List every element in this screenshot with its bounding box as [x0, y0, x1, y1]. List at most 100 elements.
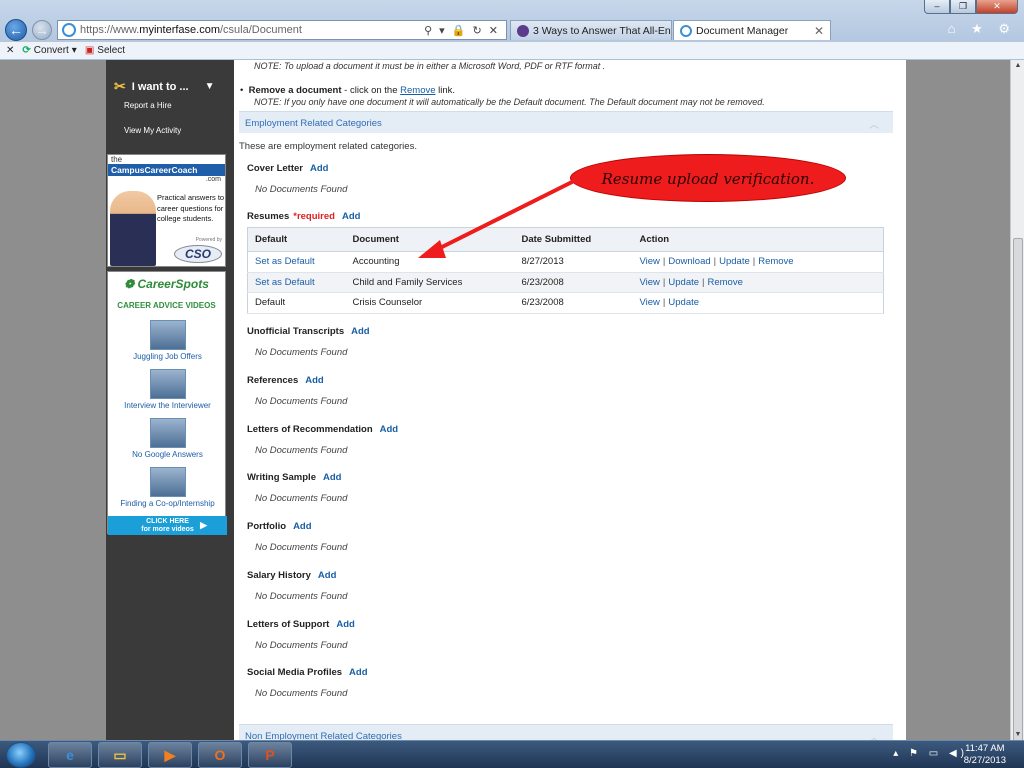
- outlook-taskbar-icon[interactable]: O: [198, 742, 242, 768]
- download-link[interactable]: Download: [668, 256, 710, 267]
- tab-document-manager[interactable]: Document Manager ✕: [673, 20, 831, 40]
- add-portfolio-button[interactable]: Add: [293, 521, 311, 532]
- section-title: Social Media Profiles: [247, 667, 343, 678]
- campus-career-coach-ad[interactable]: the CampusCareerCoach .com Practical ans…: [107, 154, 226, 267]
- add-letter-of-support-button[interactable]: Add: [336, 619, 354, 630]
- document-name: Child and Family Services: [345, 272, 515, 293]
- tab-3-ways[interactable]: 3 Ways to Answer That All-Enc...: [510, 20, 672, 40]
- scroll-down-icon[interactable]: ▼: [1011, 731, 1024, 738]
- video-thumbnail: [149, 320, 186, 350]
- add-resume-button[interactable]: Add: [342, 211, 360, 222]
- section-title: Writing Sample: [247, 472, 316, 483]
- table-row: Default Crisis Counselor 6/23/2008 View |…: [247, 292, 884, 314]
- view-link[interactable]: View: [640, 256, 660, 267]
- tab-close-icon[interactable]: ✕: [814, 24, 824, 38]
- set-as-default-link[interactable]: Set as Default: [255, 277, 315, 288]
- remove-link[interactable]: Remove: [708, 277, 743, 288]
- convert-button[interactable]: ⟳ Convert ▾: [22, 45, 76, 56]
- more-videos-button[interactable]: CLICK HERE for more videos ▶: [108, 516, 227, 535]
- section-title: Letters of Support: [247, 619, 330, 630]
- chevron-up-icon[interactable]: ︿: [869, 116, 879, 131]
- update-link[interactable]: Update: [719, 256, 750, 267]
- powerpoint-taskbar-icon[interactable]: P: [248, 742, 292, 768]
- default-label: Default: [247, 292, 346, 314]
- video-interview-the-interviewer[interactable]: Interview the Interviewer: [108, 369, 227, 410]
- view-link[interactable]: View: [640, 297, 660, 308]
- ie-page-icon: [62, 23, 76, 37]
- video-label: Interview the Interviewer: [124, 401, 211, 410]
- select-button[interactable]: ▣ Select: [85, 45, 125, 56]
- non-employment-categories-header[interactable]: Non Employment Related Categories ︿: [239, 724, 893, 740]
- internet-explorer-taskbar-icon[interactable]: e: [48, 742, 92, 768]
- update-link[interactable]: Update: [668, 277, 699, 288]
- add-salary-history-button[interactable]: Add: [318, 570, 336, 581]
- upload-note: NOTE: To upload a document it must be in…: [254, 61, 606, 71]
- add-writing-sample-button[interactable]: Add: [323, 472, 341, 483]
- remove-link[interactable]: Remove: [758, 256, 793, 267]
- media-player-taskbar-icon[interactable]: ▶: [148, 742, 192, 768]
- column-document: Document: [345, 227, 515, 252]
- no-documents-label: No Documents Found: [255, 184, 348, 195]
- careerspots-logo-text: CareerSpots: [137, 277, 209, 291]
- ie-tab-icon: [680, 24, 692, 37]
- back-arrow-icon: ←: [9, 22, 23, 38]
- date-submitted: 6/23/2008: [514, 272, 633, 293]
- section-social-media-profiles: Social Media Profiles Add: [247, 667, 368, 678]
- section-title: Letters of Recommendation: [247, 424, 373, 435]
- section-portfolio: Portfolio Add: [247, 521, 312, 532]
- no-documents-label: No Documents Found: [255, 640, 348, 651]
- careerspots-widget: ❁ CareerSpots CAREER ADVICE VIDEOS Juggl…: [107, 271, 227, 535]
- add-cover-letter-button[interactable]: Add: [310, 163, 328, 174]
- vertical-scrollbar[interactable]: ▲ ▼: [1010, 60, 1024, 743]
- scroll-up-icon[interactable]: ▲: [1011, 62, 1024, 69]
- video-finding-co-op[interactable]: Finding a Co-op/Internship: [108, 467, 227, 508]
- actions-cell: View | Update: [632, 292, 884, 314]
- chevron-up-icon[interactable]: ︿: [869, 729, 879, 740]
- add-transcript-button[interactable]: Add: [351, 326, 369, 337]
- address-bar[interactable]: https://www.myinterfase.com/csula/Docume…: [57, 20, 507, 40]
- start-button[interactable]: [6, 742, 36, 768]
- url-text[interactable]: https://www.myinterfase.com/csula/Docume…: [80, 24, 424, 36]
- section-letters-of-support: Letters of Support Add: [247, 619, 355, 630]
- close-toolbar-icon[interactable]: ✕: [6, 45, 14, 56]
- maximize-button[interactable]: ❐: [950, 0, 976, 14]
- video-no-google-answers[interactable]: No Google Answers: [108, 418, 227, 459]
- ad-brand-name: CampusCareerCoach: [108, 164, 225, 176]
- section-writing-sample: Writing Sample Add: [247, 472, 341, 483]
- system-tray-icons[interactable]: ▴ ⚑ ▭ ◀): [893, 748, 968, 759]
- close-window-button[interactable]: ✕: [976, 0, 1018, 14]
- back-button[interactable]: ←: [5, 19, 27, 41]
- remove-help-link[interactable]: Remove: [400, 85, 435, 96]
- clock[interactable]: 11:47 AM 8/27/2013: [964, 743, 1006, 767]
- column-action: Action: [632, 227, 884, 252]
- i-want-to-menu[interactable]: ✂ I want to ... ▼: [114, 78, 214, 95]
- update-link[interactable]: Update: [668, 297, 699, 308]
- section-references: References Add: [247, 375, 324, 386]
- tab-label: Document Manager: [696, 24, 789, 37]
- add-recommendation-button[interactable]: Add: [380, 424, 398, 435]
- cso-logo: CSO: [174, 245, 222, 263]
- video-label: No Google Answers: [132, 450, 203, 459]
- section-title: Cover Letter: [247, 163, 303, 174]
- scroll-thumb[interactable]: [1013, 238, 1023, 743]
- add-reference-button[interactable]: Add: [305, 375, 323, 386]
- add-social-media-button[interactable]: Add: [349, 667, 367, 678]
- home-favorites-tools-icons[interactable]: ⌂ ★ ⚙: [948, 21, 1016, 37]
- section-letters-of-recommendation: Letters of Recommendation Add: [247, 424, 398, 435]
- remove-note: NOTE: If you only have one document it w…: [254, 97, 765, 107]
- file-explorer-taskbar-icon[interactable]: ▭: [98, 742, 142, 768]
- ad-brand-com: .com: [205, 176, 221, 183]
- address-tools-icons[interactable]: ⚲ ▾ 🔒 ↻ ✕: [424, 24, 500, 37]
- section-title: Resumes: [247, 211, 290, 222]
- view-my-activity-link[interactable]: View My Activity: [124, 126, 181, 135]
- employment-categories-header[interactable]: Employment Related Categories ︿: [239, 111, 893, 133]
- tools-icon: ✂: [114, 78, 126, 94]
- minimize-button[interactable]: –: [924, 0, 950, 14]
- no-documents-label: No Documents Found: [255, 347, 348, 358]
- video-juggling-job-offers[interactable]: Juggling Job Offers: [108, 320, 227, 361]
- set-as-default-link[interactable]: Set as Default: [255, 256, 315, 267]
- forward-button[interactable]: →: [32, 20, 52, 40]
- report-a-hire-link[interactable]: Report a Hire: [124, 101, 172, 110]
- view-link[interactable]: View: [640, 277, 660, 288]
- resumes-table: Default Document Date Submitted Action S…: [247, 227, 884, 314]
